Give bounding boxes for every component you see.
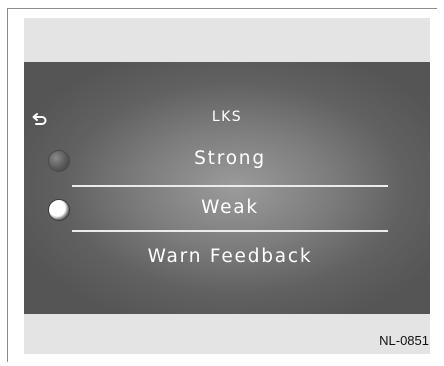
option-strong[interactable]: Strong — [24, 141, 430, 179]
lks-settings-screen: LKS Strong Weak Warn Feedback — [24, 62, 430, 314]
option-label: Strong — [194, 148, 266, 169]
option-weak[interactable]: Weak — [24, 190, 430, 228]
option-warn-feedback[interactable]: Warn Feedback — [24, 239, 430, 277]
screen-title: LKS — [211, 109, 243, 125]
radio-unselected-icon[interactable] — [48, 150, 70, 172]
option-label: Warn Feedback — [147, 246, 313, 267]
option-label: Weak — [201, 197, 259, 218]
divider — [72, 230, 388, 232]
radio-selected-icon[interactable] — [48, 199, 70, 221]
figure-code: NL-0851 — [379, 333, 429, 348]
divider — [72, 185, 388, 187]
